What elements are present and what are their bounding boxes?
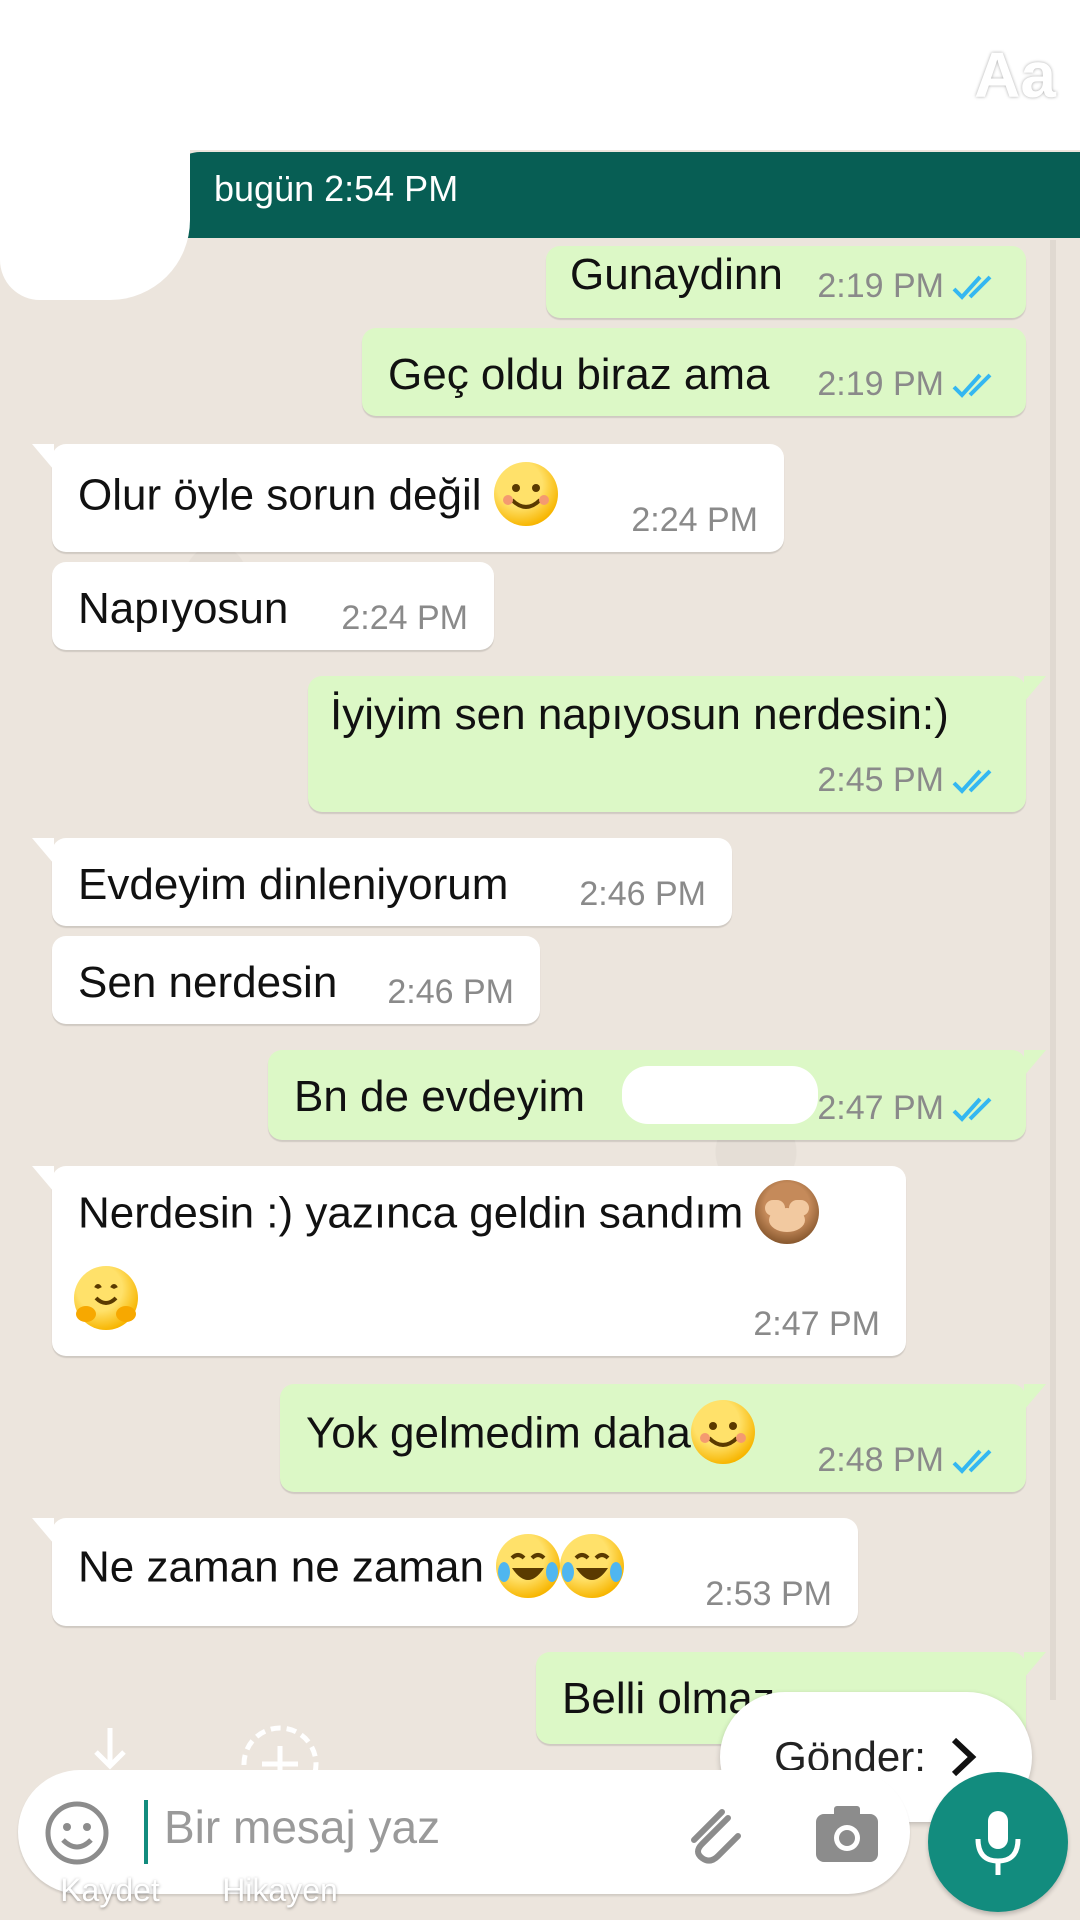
message-text: İyiyim sen napıyosun nerdesin:) [330,690,949,739]
message-outgoing[interactable]: Geç oldu biraz ama 2:19 PM [362,328,1026,416]
story-label: Hikayen [222,1872,338,1908]
date-label: bugün 2:54 PM [214,168,459,209]
smiling-face-emoji [493,462,558,526]
message-time: 2:48 PM [817,1441,1000,1480]
message-time: 2:24 PM [341,599,468,637]
message-time: 2:46 PM [387,973,514,1011]
story-editor-top-bar: Aa [0,0,1080,150]
editor-tools: Aa [690,30,1060,120]
message-time: 2:45 PM [817,761,1000,800]
message-incoming[interactable]: Ne zaman ne zaman 2:53 PM [32,1518,858,1626]
message-text: Yok gelmedim daha [306,1400,755,1468]
message-text: Ne zaman ne zaman [78,1534,625,1602]
double-check-icon [952,275,992,300]
double-check-icon [952,769,992,794]
message-incoming[interactable]: Nerdesin :) yazınca geldin sandım 2:47 P… [32,1166,906,1356]
tears-of-joy-emoji [560,1534,625,1598]
hugging-face-emoji [74,1266,138,1330]
message-time: 2:46 PM [579,875,706,913]
camera-icon[interactable] [812,1800,882,1866]
see-no-evil-monkey-emoji [755,1180,820,1244]
message-outgoing[interactable]: Gunaydinn 2:19 PM [546,246,1026,318]
message-time: 2:47 PM [753,1305,880,1343]
message-time: 2:47 PM [817,1089,1000,1128]
paperclip-icon[interactable] [678,1798,748,1868]
message-time: 2:19 PM [817,267,1000,306]
text-tool-button[interactable]: Aa [970,30,1060,120]
message-text: Evdeyim dinleniyorum [78,860,509,909]
message-text: Nerdesin :) yazınca geldin sandım [78,1180,820,1248]
message-time: 2:24 PM [631,501,758,539]
redaction-mark [622,1066,818,1124]
message-incoming[interactable]: Sen nerdesin 2:46 PM [52,936,540,1024]
double-check-icon [952,1097,992,1122]
story-action[interactable]: Hikayen [210,1724,350,1909]
pen-icon[interactable] [830,30,920,120]
save-action[interactable]: Kaydet [40,1724,180,1909]
message-text: Napıyosun [78,584,289,633]
redaction-mark [0,150,190,300]
smiling-face-emoji [690,1400,755,1464]
message-text: Geç oldu biraz ama [388,350,770,399]
message-text: Sen nerdesin [78,958,338,1007]
scroll-edge [1050,240,1056,1700]
download-icon [88,1728,132,1781]
date-header: bugün 2:54 PM [170,152,1080,238]
message-text: Olur öyle sorun değil [78,462,558,530]
add-circle-icon [241,1725,319,1803]
message-time: 2:19 PM [817,365,1000,404]
sticker-icon[interactable] [690,30,780,120]
mic-button[interactable] [928,1772,1068,1912]
tears-of-joy-emoji [496,1534,561,1598]
message-outgoing[interactable]: Bn de evdeyim 2:47 PM [268,1050,1046,1140]
microphone-icon [975,1811,1021,1875]
message-outgoing[interactable]: Yok gelmedim daha 2:48 PM [280,1384,1046,1492]
message-text: Bn de evdeyim [294,1072,586,1121]
message-outgoing[interactable]: İyiyim sen napıyosun nerdesin:) 2:45 PM [308,676,1046,812]
double-check-icon [952,1449,992,1474]
message-incoming[interactable]: Evdeyim dinleniyorum 2:46 PM [32,838,732,926]
chevron-right-icon [951,1737,977,1777]
message-text: Gunaydinn [570,250,783,299]
double-check-icon [952,373,992,398]
message-incoming[interactable]: Olur öyle sorun değil 2:24 PM [32,444,784,552]
message-time: 2:53 PM [705,1575,832,1613]
save-label: Kaydet [60,1872,160,1908]
message-incoming[interactable]: Napıyosun 2:24 PM [52,562,494,650]
